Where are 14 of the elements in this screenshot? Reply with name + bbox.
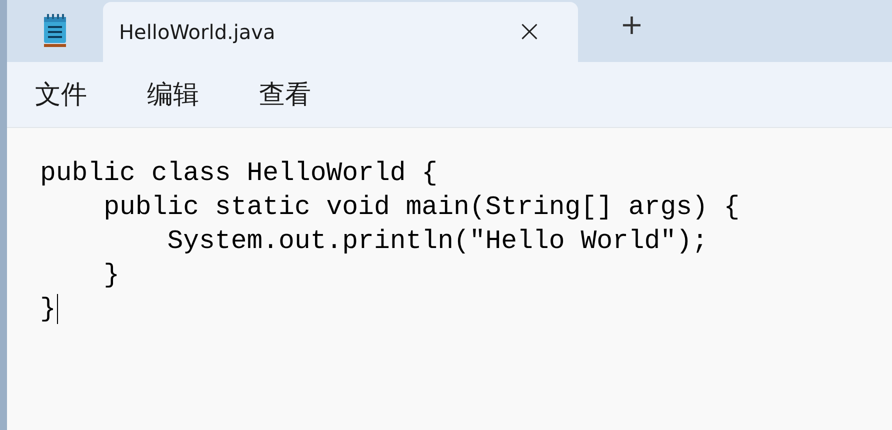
new-tab-button[interactable]: + [614,10,650,40]
code-line: public static void main(String[] args) { [102,192,740,222]
menu-item[interactable]: 文件 [29,77,93,112]
code-line: } [40,294,56,324]
text-editor[interactable]: public class HelloWorld { public static void main(String[] args) { System.out.println("Hello World"); } } [7,128,892,430]
code-line: } [102,260,120,290]
tab-title: HelloWorld.java [119,20,276,44]
menu-item[interactable]: 查看 [253,77,317,112]
notepad-icon [43,14,67,48]
code-line: System.out.println("Hello World"); [166,226,708,256]
file-tab[interactable]: HelloWorld.java × [103,2,578,62]
code-line: public class HelloWorld { [40,158,438,188]
menu-item[interactable]: 编辑 [141,77,205,112]
close-button[interactable]: × [510,17,548,47]
